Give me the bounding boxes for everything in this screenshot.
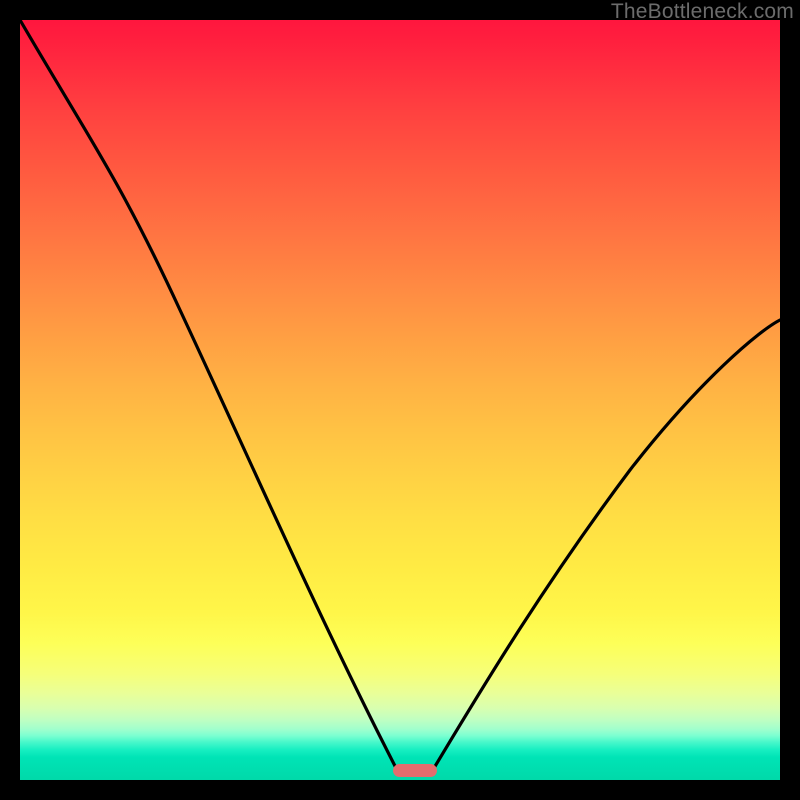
watermark-text: TheBottleneck.com: [611, 0, 794, 24]
left-curve: [20, 20, 396, 768]
right-curve: [434, 320, 780, 768]
minimum-marker: [393, 764, 437, 777]
chart-stage: TheBottleneck.com: [0, 0, 800, 800]
curve-layer: [20, 20, 780, 780]
plot-area: [20, 20, 780, 780]
